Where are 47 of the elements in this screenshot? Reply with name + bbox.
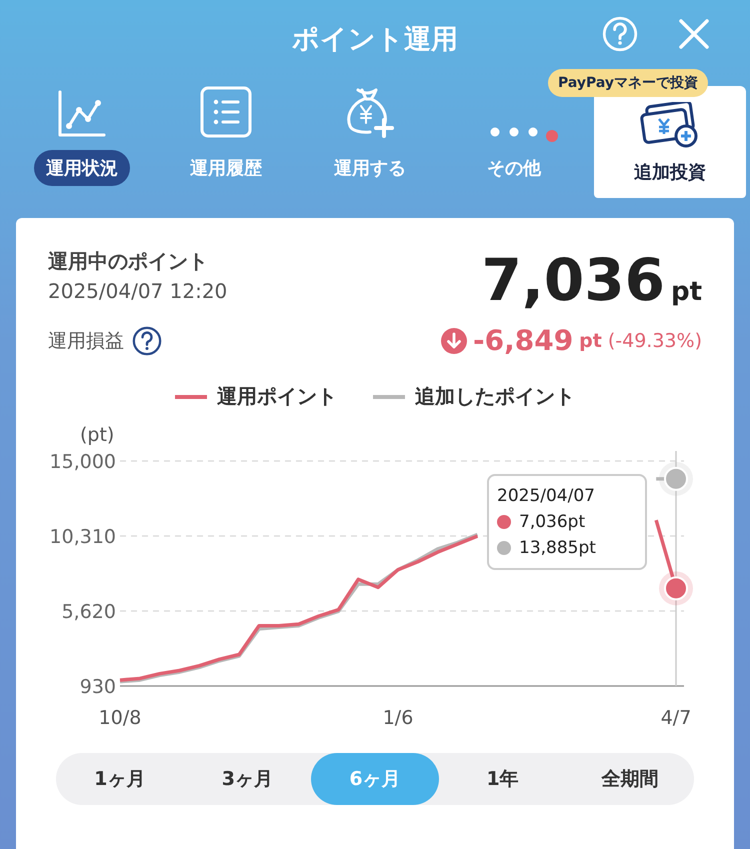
x-tick-label: 10/8 [98, 707, 142, 729]
end-marker [659, 571, 693, 606]
profit-percent: (-49.33%) [608, 330, 702, 352]
legend-swatch [175, 394, 207, 398]
period-tab[interactable]: 3ヶ月 [184, 753, 312, 805]
tooltip-value: 13,885pt [519, 538, 596, 558]
tooltip-value: 7,036pt [519, 512, 586, 532]
more-icon [489, 126, 539, 138]
legend-label: 追加したポイント [415, 383, 575, 410]
y-tick-label: 10,310 [50, 526, 116, 548]
series-dot [497, 541, 511, 555]
x-tick-label: 4/7 [660, 707, 692, 729]
close-button[interactable] [678, 18, 710, 50]
close-icon [678, 18, 710, 50]
y-tick-label: 930 [80, 676, 116, 698]
nav-tab[interactable]: 運用状況 [10, 90, 154, 206]
banknotes-plus-icon [640, 102, 700, 150]
tooltip-date: 2025/04/07 [497, 486, 596, 506]
money-bag-plus-icon [344, 86, 396, 138]
legend-swatch [373, 394, 405, 398]
end-marker [659, 462, 693, 496]
series-dot [497, 515, 511, 529]
points-value: 7,036 [481, 246, 665, 314]
help-button[interactable] [602, 16, 638, 52]
legend-label: 運用ポイント [217, 383, 337, 410]
list-icon [200, 86, 252, 138]
nav-tab-label: 運用状況 [34, 150, 130, 186]
help-icon[interactable] [132, 326, 162, 356]
promo-badge: PayPayマネーで投資 [548, 69, 708, 97]
period-tab[interactable]: 1ヶ月 [56, 753, 184, 805]
y-tick-label: 15,000 [50, 451, 116, 473]
profit-value: -6,849 [472, 324, 574, 357]
timestamp: 2025/04/07 12:20 [48, 279, 228, 303]
x-tick-label: 1/6 [382, 707, 414, 729]
section-label: 運用中のポイント [48, 248, 209, 275]
axis-unit: (pt) [80, 424, 114, 446]
line-chart-icon [57, 90, 107, 138]
period-tab[interactable]: 全期間 [566, 753, 694, 805]
y-tick-label: 5,620 [62, 601, 116, 623]
profit-unit: pt [579, 330, 602, 352]
nav-tab-label: 運用履歴 [189, 157, 263, 180]
nav-tab-label: その他 [486, 157, 542, 180]
points-unit: pt [670, 277, 702, 307]
page-title: ポイント運用 [292, 23, 458, 57]
period-tab[interactable]: 1年 [438, 753, 566, 805]
profit-label: 運用損益 [48, 328, 124, 354]
nav-tab-label: 運用する [333, 157, 407, 180]
